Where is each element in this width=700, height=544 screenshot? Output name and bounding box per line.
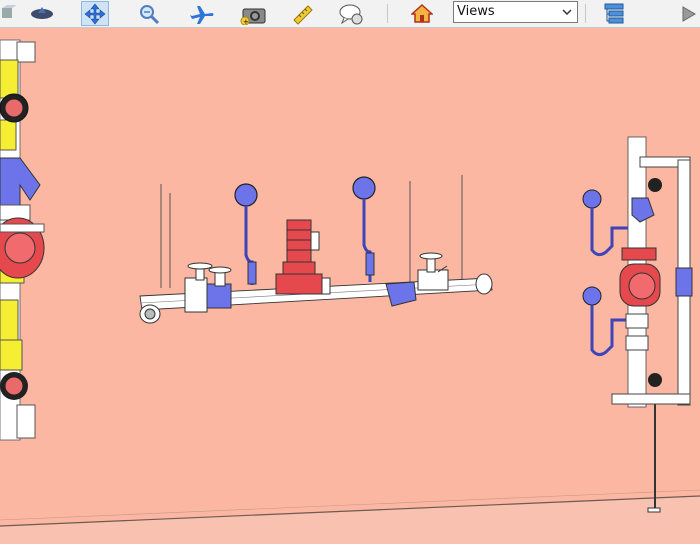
tool-button[interactable] [0, 1, 20, 26]
views-select[interactable]: Views [453, 1, 578, 23]
fly-mode-icon [190, 5, 214, 24]
structure-tree-icon [604, 3, 624, 23]
home-icon [411, 3, 433, 23]
toolbar-separator [387, 4, 388, 23]
svg-text:+: + [243, 18, 249, 25]
pan-button[interactable] [81, 1, 109, 26]
toolbar: + Views [0, 0, 700, 28]
view-orient-icon [2, 4, 16, 18]
floor-slab [0, 489, 700, 544]
camera-button[interactable]: + [240, 1, 268, 26]
chevron-down-icon [562, 9, 572, 16]
markup-comment-icon [339, 4, 363, 24]
markup-button[interactable] [337, 1, 365, 26]
view-orient-icon [31, 6, 53, 19]
views-select-value: Views [457, 4, 495, 19]
toolbar-separator [585, 4, 586, 23]
measure-button[interactable] [289, 1, 317, 26]
tool-button[interactable] [28, 1, 56, 26]
fly-button[interactable] [188, 1, 216, 26]
zoom-icon [140, 4, 160, 24]
home-button[interactable] [408, 1, 436, 26]
right-pump-assembly[interactable] [582, 136, 693, 513]
measure-ruler-icon [293, 4, 313, 25]
zoom-button[interactable] [135, 1, 163, 26]
main-pipe-assembly[interactable] [139, 175, 493, 324]
left-pump-assembly[interactable] [0, 39, 45, 441]
structure-tree-button[interactable] [600, 1, 628, 26]
3d-viewport[interactable] [0, 28, 700, 544]
pan-icon [84, 3, 106, 24]
next-arrow-icon [682, 5, 696, 22]
next-button[interactable] [674, 1, 700, 26]
camera-icon: + [240, 8, 266, 25]
